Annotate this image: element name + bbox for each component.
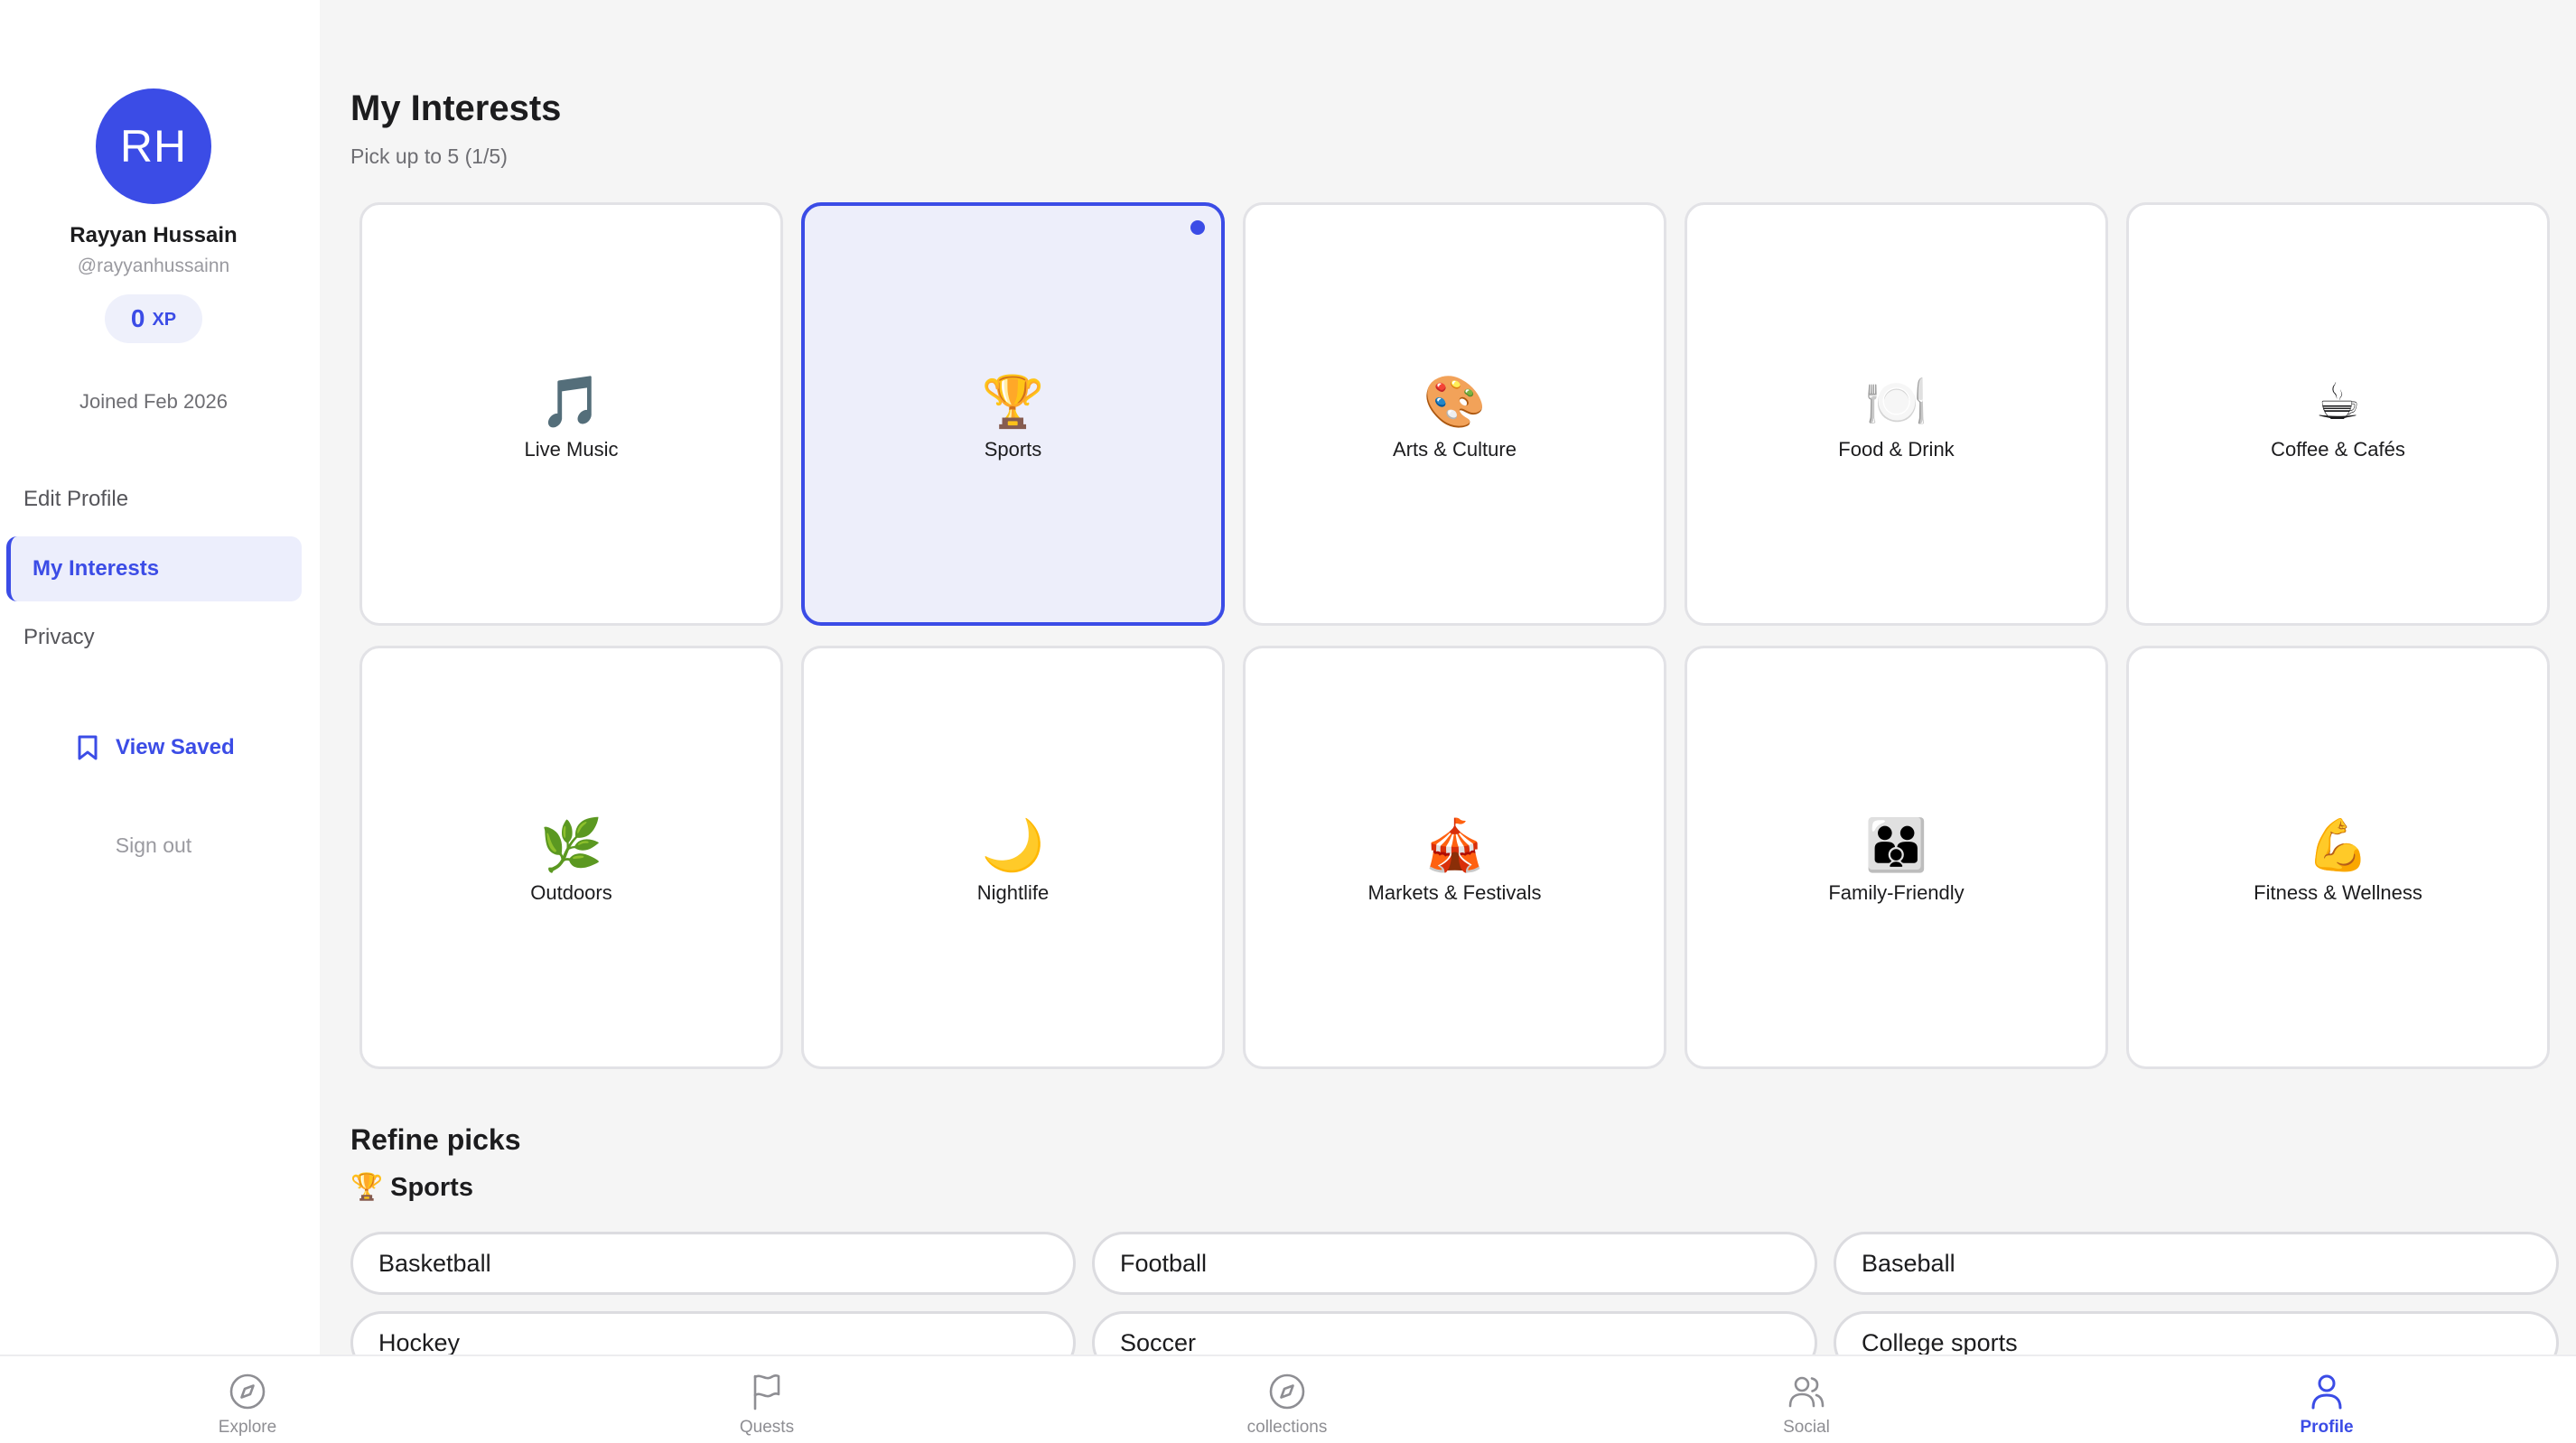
interest-label: Family-Friendly (1828, 880, 1965, 904)
interest-grid: 🎵 Live Music 🏆 Sports 🎨 Arts & Culture 🍽… (359, 202, 2550, 1069)
moon-icon: 🌙 (981, 815, 1045, 873)
tab-collections[interactable]: collections (1197, 1371, 1377, 1438)
tab-social[interactable]: Social (1716, 1371, 1897, 1438)
interest-label: Sports (984, 437, 1042, 461)
family-icon: 👪 (1864, 815, 1928, 873)
compass-icon (1269, 1373, 1305, 1410)
circus-tent-icon: 🎪 (1423, 815, 1487, 873)
interests-main: My Interests Pick up to 5 (1/5) 🎵 Live M… (320, 0, 2576, 1374)
sidebar-item-my-interests[interactable]: My Interests (6, 536, 302, 601)
tab-label: Quests (739, 1418, 795, 1437)
interest-card-fitness-wellness[interactable]: 💪 Fitness & Wellness (2126, 646, 2550, 1069)
refine-group-label: Sports (390, 1172, 473, 1202)
sidebar-item-label: Edit Profile (23, 487, 129, 511)
selected-indicator (1190, 220, 1205, 235)
trophy-icon: 🏆 (981, 372, 1045, 430)
interest-label: Markets & Festivals (1367, 880, 1542, 904)
interest-label: Outdoors (530, 880, 612, 904)
interest-label: Live Music (524, 437, 619, 461)
compass-icon (229, 1373, 266, 1410)
flexed-biceps-icon: 💪 (2306, 815, 2370, 873)
user-name: Rayyan Hussain (70, 223, 238, 247)
xp-badge: 0 XP (105, 294, 202, 343)
tab-quests[interactable]: Quests (677, 1371, 857, 1438)
palette-icon: 🎨 (1423, 372, 1487, 430)
sidebar-item-label: Privacy (23, 625, 95, 649)
tab-explore[interactable]: Explore (157, 1371, 338, 1438)
xp-value: 0 (130, 304, 145, 332)
chip-basketball[interactable]: Basketball (350, 1232, 1076, 1295)
sidebar-item-label: My Interests (33, 556, 160, 581)
app: RH Rayyan Hussain @rayyanhussainn 0 XP J… (0, 0, 2576, 1443)
sidebar-item-edit-profile[interactable]: Edit Profile (6, 467, 302, 532)
user-handle: @rayyanhussainn (77, 256, 230, 276)
musical-note-icon: 🎵 (539, 372, 603, 430)
user-icon (2311, 1374, 2342, 1410)
interest-card-live-music[interactable]: 🎵 Live Music (359, 202, 783, 626)
avatar: RH (96, 88, 211, 204)
interest-label: Coffee & Cafés (2271, 437, 2405, 461)
view-saved-button[interactable]: View Saved (76, 730, 235, 766)
flag-icon (753, 1374, 780, 1410)
interest-card-food-drink[interactable]: 🍽️ Food & Drink (1685, 202, 2108, 626)
plate-icon: 🍽️ (1864, 372, 1928, 430)
tab-label: Social (1783, 1418, 1830, 1437)
herb-icon: 🌿 (539, 815, 603, 873)
chip-baseball[interactable]: Baseball (1834, 1232, 2559, 1295)
page-title: My Interests (350, 88, 562, 128)
trophy-icon: 🏆 (350, 1173, 384, 1202)
xp-label: XP (152, 310, 177, 330)
chip-football[interactable]: Football (1092, 1232, 1817, 1295)
interest-card-sports[interactable]: 🏆 Sports (801, 202, 1225, 626)
interest-card-markets-festivals[interactable]: 🎪 Markets & Festivals (1243, 646, 1666, 1069)
refine-group-heading: 🏆 Sports (350, 1172, 473, 1203)
interest-card-arts-culture[interactable]: 🎨 Arts & Culture (1243, 202, 1666, 626)
sidebar-item-privacy[interactable]: Privacy (6, 605, 302, 670)
tab-label: collections (1246, 1418, 1328, 1437)
interest-card-coffee-cafes[interactable]: ☕ Coffee & Cafés (2126, 202, 2550, 626)
refine-chips: Basketball Football Baseball Hockey Socc… (350, 1232, 2559, 1374)
tab-label: Profile (2300, 1418, 2354, 1437)
users-icon (1788, 1376, 1825, 1408)
avatar-initials: RH (119, 121, 188, 172)
interest-card-family-friendly[interactable]: 👪 Family-Friendly (1685, 646, 2108, 1069)
coffee-icon: ☕ (2315, 372, 2361, 430)
interest-card-outdoors[interactable]: 🌿 Outdoors (359, 646, 783, 1069)
refine-title: Refine picks (350, 1123, 521, 1156)
tab-label: Explore (218, 1418, 277, 1437)
bookmark-icon (78, 735, 98, 760)
page-subtitle: Pick up to 5 (1/5) (350, 144, 508, 168)
interest-label: Arts & Culture (1393, 437, 1517, 461)
interest-label: Fitness & Wellness (2254, 880, 2422, 904)
interest-label: Nightlife (976, 880, 1050, 904)
sign-out-button[interactable]: Sign out (0, 833, 307, 858)
bottom-tab-bar: Explore Quests collections Social Profil… (0, 1355, 2576, 1443)
tab-profile[interactable]: Profile (2236, 1371, 2417, 1438)
interest-card-nightlife[interactable]: 🌙 Nightlife (801, 646, 1225, 1069)
view-saved-label: View Saved (116, 735, 235, 759)
interest-label: Food & Drink (1838, 437, 1955, 461)
joined-date: Joined Feb 2026 (79, 390, 228, 413)
profile-sidebar: RH Rayyan Hussain @rayyanhussainn 0 XP J… (0, 0, 320, 1355)
